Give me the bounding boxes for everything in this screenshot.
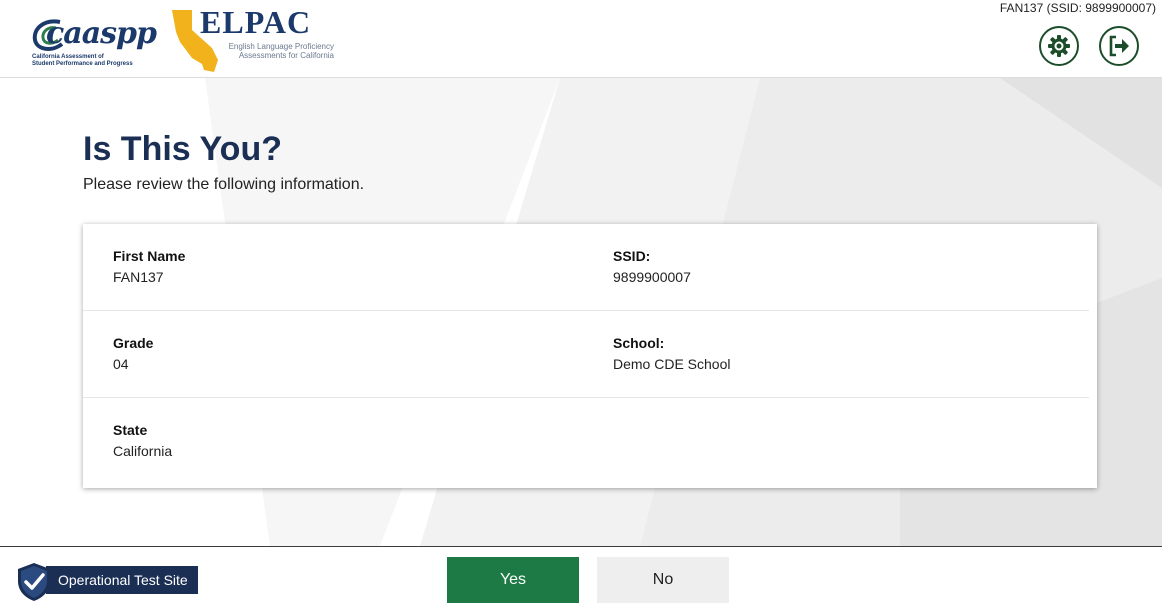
footer: Operational Test Site Yes No bbox=[0, 546, 1162, 603]
info-row-2: Grade 04 School: Demo CDE School bbox=[83, 311, 1097, 398]
header: caaspp California Assessment of Student … bbox=[0, 0, 1162, 78]
shield-check-icon bbox=[18, 563, 50, 601]
school-label: School: bbox=[613, 335, 665, 351]
user-id-label: FAN137 (SSID: 9899900007) bbox=[999, 1, 1156, 15]
elpac-wordmark: ELPAC bbox=[200, 4, 312, 40]
operational-test-site-label: Operational Test Site bbox=[46, 566, 198, 594]
elpac-tagline-line2: Assessments for California bbox=[238, 51, 334, 60]
caaspp-tagline-line2: Student Performance and Progress bbox=[32, 60, 133, 67]
elpac-logo: ELPAC English Language Proficiency Asses… bbox=[168, 4, 338, 72]
settings-button[interactable] bbox=[1039, 26, 1079, 66]
yes-button[interactable]: Yes bbox=[447, 557, 579, 603]
no-button[interactable]: No bbox=[597, 557, 729, 603]
first-name-value: FAN137 bbox=[113, 269, 164, 285]
ssid-label: SSID: bbox=[613, 248, 651, 264]
grade-value: 04 bbox=[113, 356, 129, 372]
school-value: Demo CDE School bbox=[613, 356, 731, 372]
first-name-label: First Name bbox=[113, 248, 186, 264]
first-name-field: First Name FAN137 bbox=[113, 248, 185, 285]
school-field: School: Demo CDE School bbox=[613, 335, 731, 372]
caaspp-wordmark: caaspp bbox=[46, 16, 157, 51]
page-title: Is This You? bbox=[83, 130, 282, 168]
info-row-3: State California bbox=[83, 398, 1097, 485]
ssid-value: 9899900007 bbox=[613, 269, 691, 285]
logout-button[interactable] bbox=[1099, 26, 1139, 66]
caaspp-tagline: California Assessment of Student Perform… bbox=[32, 54, 172, 67]
state-label: State bbox=[113, 422, 148, 438]
student-info-card: First Name FAN137 SSID: 9899900007 Grade… bbox=[83, 224, 1097, 488]
state-value: California bbox=[113, 443, 173, 459]
elpac-tagline-line1: English Language Proficiency bbox=[228, 42, 334, 51]
page: caaspp California Assessment of Student … bbox=[0, 0, 1162, 603]
logout-icon bbox=[1109, 35, 1129, 57]
info-row-1: First Name FAN137 SSID: 9899900007 bbox=[83, 224, 1097, 311]
grade-label: Grade bbox=[113, 335, 154, 351]
elpac-tagline: English Language Proficiency Assessments… bbox=[204, 42, 334, 60]
caaspp-logo: caaspp California Assessment of Student … bbox=[30, 8, 160, 74]
ssid-field: SSID: 9899900007 bbox=[613, 248, 691, 285]
page-subtitle: Please review the following information. bbox=[83, 176, 365, 193]
operational-test-site-badge: Operational Test Site bbox=[16, 563, 198, 601]
grade-field: Grade 04 bbox=[113, 335, 153, 372]
state-field: State California bbox=[113, 422, 172, 459]
gear-icon bbox=[1048, 35, 1070, 57]
